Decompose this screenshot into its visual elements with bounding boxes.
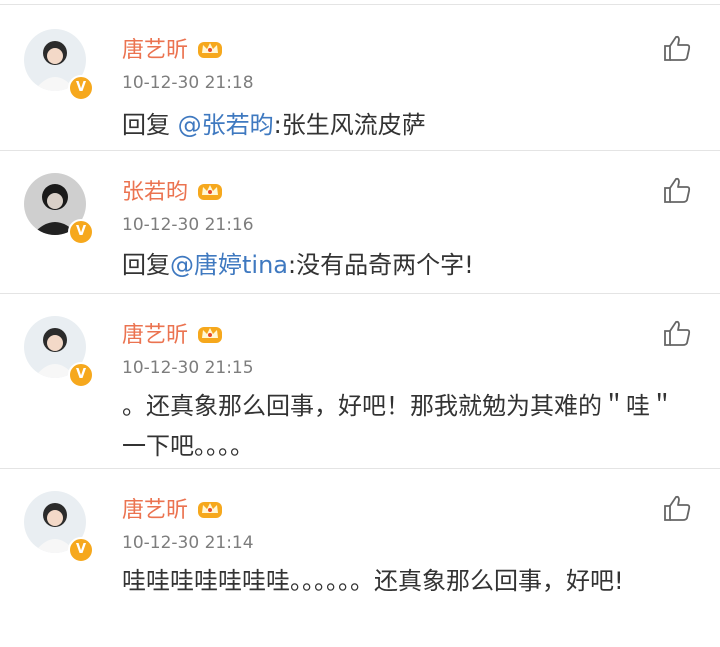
timestamp: 10-12-30 21:18: [122, 73, 254, 93]
avatar[interactable]: V: [24, 491, 94, 563]
thumbs-up-icon[interactable]: [662, 175, 692, 205]
thumbs-up-icon[interactable]: [662, 33, 692, 63]
crown-icon: [198, 327, 223, 343]
username[interactable]: 唐艺昕: [122, 492, 188, 524]
thumbs-up-icon[interactable]: [662, 318, 692, 348]
crown-icon: [198, 42, 223, 58]
comment-list: V 唐艺昕 10-12-30 21:18 回复 @张若昀:张生风流皮萨 V 张若…: [0, 0, 720, 647]
comment-body: :没有品奇两个字!: [288, 251, 474, 279]
comment-text: 回复@唐婷tina:没有品奇两个字!: [122, 245, 692, 285]
mention-link[interactable]: @张若昀: [178, 111, 274, 139]
verified-icon: V: [68, 537, 94, 563]
comment-item: V 唐艺昕 10-12-30 21:14 哇哇哇哇哇哇哇。。。。。。还真象那么回…: [0, 469, 720, 647]
verified-icon: V: [68, 362, 94, 388]
comment-item: V 唐艺昕 10-12-30 21:18 回复 @张若昀:张生风流皮萨: [0, 5, 720, 151]
avatar[interactable]: V: [24, 29, 94, 101]
timestamp: 10-12-30 21:16: [122, 215, 254, 235]
username[interactable]: 唐艺昕: [122, 317, 188, 349]
reply-prefix: 回复: [122, 111, 178, 139]
reply-prefix: 回复: [122, 251, 170, 279]
timestamp: 10-12-30 21:14: [122, 533, 254, 553]
comment-item: V 唐艺昕 10-12-30 21:15 。还真象那么回事，好吧！那我就勉为其难…: [0, 294, 720, 469]
username[interactable]: 张若昀: [122, 174, 188, 206]
comment-item: V 张若昀 10-12-30 21:16 回复@唐婷tina:没有品奇两个字!: [0, 151, 720, 294]
mention-link[interactable]: @唐婷tina: [170, 251, 288, 279]
crown-icon: [198, 184, 223, 200]
timestamp: 10-12-30 21:15: [122, 358, 254, 378]
thumbs-up-icon[interactable]: [662, 493, 692, 523]
crown-icon: [198, 502, 223, 518]
comment-text: 哇哇哇哇哇哇哇。。。。。。还真象那么回事，好吧!: [122, 567, 624, 595]
verified-icon: V: [68, 219, 94, 245]
verified-icon: V: [68, 75, 94, 101]
comment-body: :张生风流皮萨: [273, 111, 426, 139]
avatar[interactable]: V: [24, 316, 94, 388]
comment-text: 。还真象那么回事，好吧！那我就勉为其难的＂哇＂一下吧。。。。: [122, 392, 674, 460]
comment-text: 回复 @张若昀:张生风流皮萨: [122, 105, 692, 145]
avatar[interactable]: V: [24, 173, 94, 245]
username[interactable]: 唐艺昕: [122, 32, 188, 64]
